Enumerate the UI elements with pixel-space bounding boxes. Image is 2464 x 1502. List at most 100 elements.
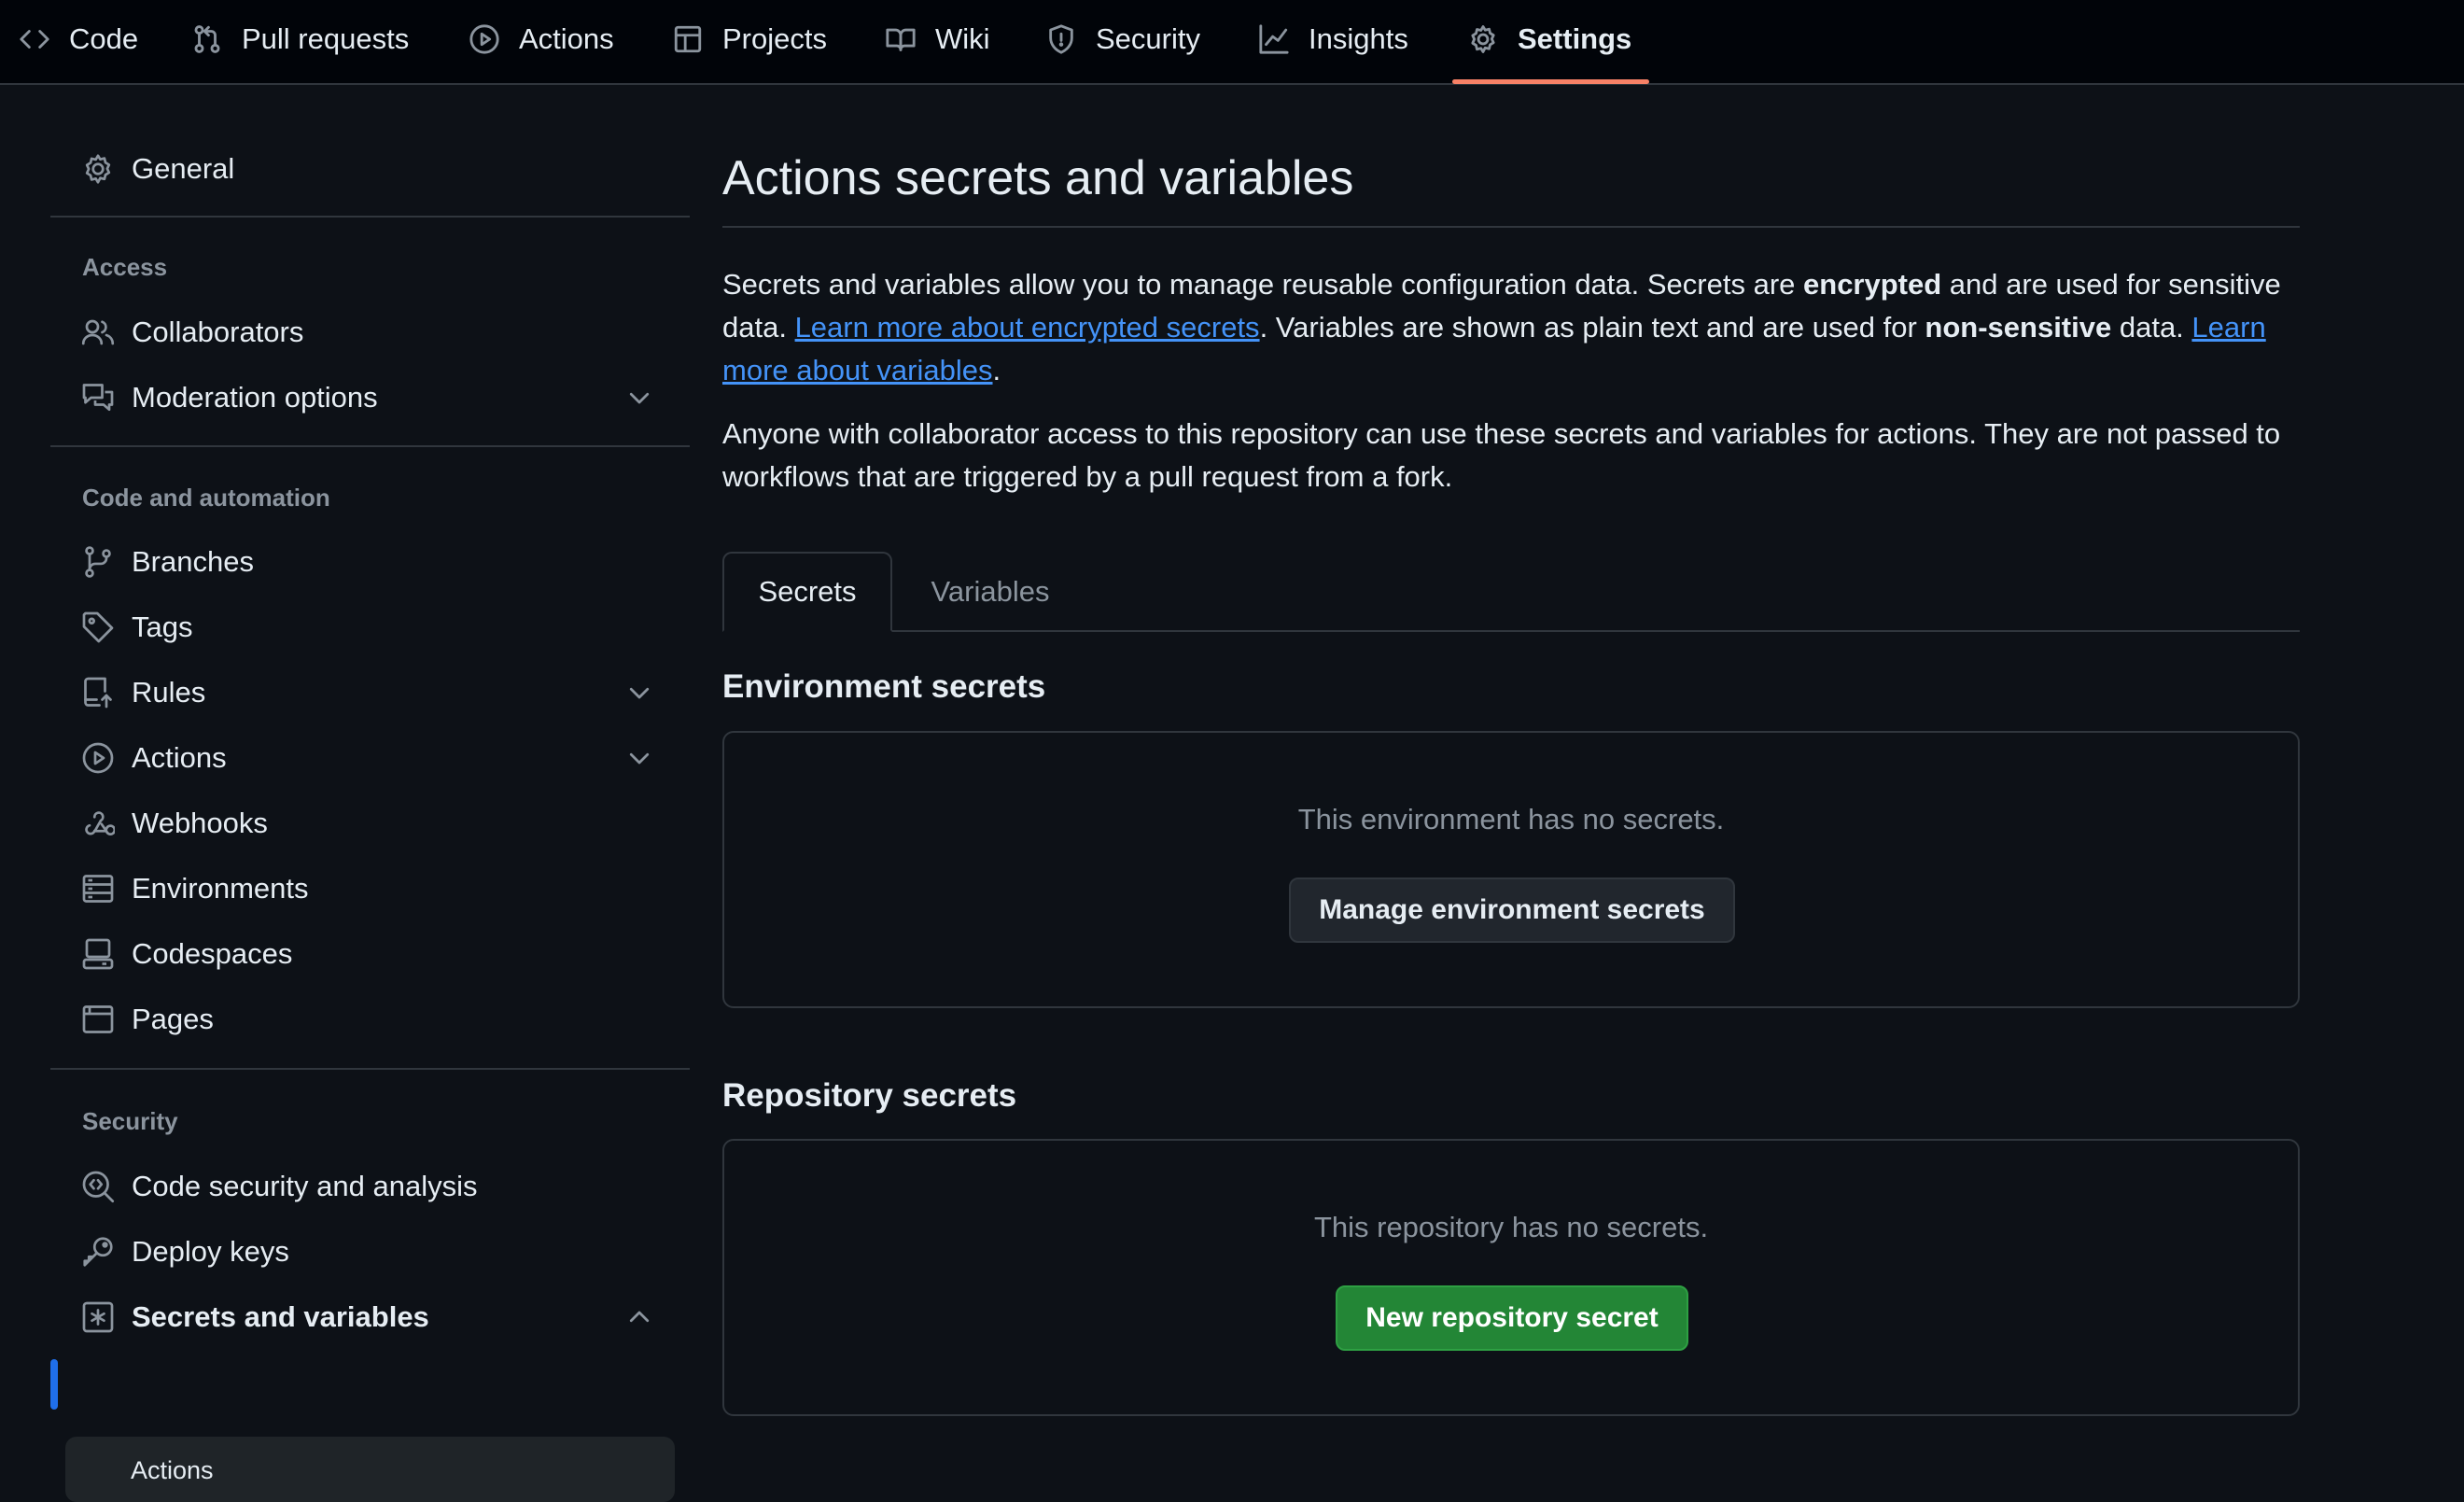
book-icon xyxy=(886,28,916,51)
collaborator-note: Anyone with collaborator access to this … xyxy=(722,417,2281,493)
sidebar-item-moderation-options[interactable]: Moderation options xyxy=(50,370,676,426)
webhook-icon xyxy=(85,811,115,835)
tab-code[interactable]: Code xyxy=(19,0,138,78)
code-icon xyxy=(20,30,49,49)
sidebar-item-branches[interactable]: Branches xyxy=(50,534,676,590)
active-item-indicator xyxy=(50,1359,58,1410)
tab-insights[interactable]: Insights xyxy=(1258,0,1408,78)
repo-nav: Code Pull requests Actions Projects Wiki… xyxy=(0,0,2464,85)
title-divider xyxy=(722,226,2300,228)
tab-wiki-label: Wiki xyxy=(935,22,990,55)
server-icon xyxy=(82,875,114,903)
sidebar-item-deploy-keys[interactable]: Deploy keys xyxy=(50,1224,676,1280)
tab-projects-label: Projects xyxy=(722,22,827,55)
sidebar-divider xyxy=(50,1068,690,1070)
asterisk-icon xyxy=(82,1301,114,1333)
intro-paragraph: Secrets and variables allow you to manag… xyxy=(722,263,2300,392)
sidebar-heading-access: Access xyxy=(82,253,168,281)
intro-text: Secrets and variables allow you to manag… xyxy=(722,268,1804,301)
repository-secrets-title: Repository secrets xyxy=(722,1077,1017,1114)
play-icon xyxy=(469,24,499,54)
environment-secrets-box: This environment has no secrets. Manage … xyxy=(722,731,2300,1008)
sidebar-item-label: Collaborators xyxy=(132,316,304,348)
repo-push-icon xyxy=(84,677,112,709)
play-icon xyxy=(82,742,114,774)
branch-icon xyxy=(85,546,111,578)
chevron-up-icon xyxy=(629,1311,650,1323)
sidebar-item-codespaces[interactable]: Codespaces xyxy=(50,926,676,982)
sidebar-item-code-security[interactable]: Code security and analysis xyxy=(50,1158,676,1214)
learn-encrypted-secrets-link[interactable]: Learn more about encrypted secrets xyxy=(795,311,1260,344)
sidebar-item-label: Code security and analysis xyxy=(132,1170,478,1202)
sidebar-item-environments[interactable]: Environments xyxy=(50,861,676,917)
gear-icon xyxy=(85,154,111,184)
tabs-divider xyxy=(722,630,2300,632)
sidebar-heading-security: Security xyxy=(82,1107,178,1135)
intro-text: . Variables are shown as plain text and … xyxy=(1259,311,1925,344)
manage-environment-secrets-button[interactable]: Manage environment secrets xyxy=(1289,877,1735,943)
active-tab-underline xyxy=(1452,79,1649,84)
tab-wiki[interactable]: Wiki xyxy=(885,0,990,78)
tag-icon xyxy=(82,611,114,643)
sidebar-item-label: Webhooks xyxy=(132,807,268,839)
sidebar-subitem-actions[interactable]: Actions xyxy=(65,1437,675,1502)
sidebar-item-label: Codespaces xyxy=(132,937,293,970)
tab-pull-requests[interactable]: Pull requests xyxy=(191,0,409,78)
sidebar-item-label: Branches xyxy=(132,545,254,578)
tab-security[interactable]: Security xyxy=(1045,0,1200,78)
sidebar-heading-code-and-automation: Code and automation xyxy=(82,484,330,512)
sidebar-divider xyxy=(50,216,690,218)
repository-secrets-box: This repository has no secrets. New repo… xyxy=(722,1139,2300,1416)
environment-empty-text: This environment has no secrets. xyxy=(1297,803,1725,835)
sidebar-item-label: Rules xyxy=(132,676,206,709)
sidebar-item-tags[interactable]: Tags xyxy=(50,599,676,655)
chevron-down-icon xyxy=(629,392,650,404)
tab-projects[interactable]: Projects xyxy=(672,0,827,78)
sidebar-item-pages[interactable]: Pages xyxy=(50,991,676,1047)
sidebar-item-label: Actions xyxy=(132,741,227,774)
sidebar-item-label: Moderation options xyxy=(132,381,378,414)
shield-icon xyxy=(1049,24,1073,54)
tab-pull-requests-label: Pull requests xyxy=(242,22,410,55)
tab-secrets[interactable]: Secrets xyxy=(722,552,892,632)
sidebar-item-collaborators[interactable]: Collaborators xyxy=(50,304,676,360)
intro-text: data. xyxy=(2111,311,2192,344)
sidebar-item-label: Tags xyxy=(132,611,193,643)
page-title: Actions secrets and variables xyxy=(722,151,1354,205)
tab-insights-label: Insights xyxy=(1309,22,1408,55)
secrets-variables-tabs: Secrets Variables xyxy=(722,552,2300,632)
intro-text: . xyxy=(992,354,1001,386)
people-icon xyxy=(81,319,115,345)
comment-discussion-icon xyxy=(82,384,114,412)
tab-code-label: Code xyxy=(69,22,139,55)
browser-icon xyxy=(82,1005,114,1033)
sidebar-item-label: Environments xyxy=(132,872,309,905)
sidebar-item-general[interactable]: General xyxy=(50,141,676,197)
intro-bold-non-sensitive: non-sensitive xyxy=(1925,311,2112,344)
table-icon xyxy=(674,25,702,53)
sidebar-item-rules[interactable]: Rules xyxy=(50,665,676,721)
tab-actions-label: Actions xyxy=(519,22,614,55)
key-icon xyxy=(83,1237,113,1267)
tab-variables[interactable]: Variables xyxy=(892,552,1088,632)
new-repository-secret-button[interactable]: New repository secret xyxy=(1336,1285,1688,1351)
tab-settings-label: Settings xyxy=(1518,22,1632,55)
tab-settings[interactable]: Settings xyxy=(1467,0,1631,78)
graph-icon xyxy=(1259,24,1289,54)
pull-request-icon xyxy=(194,25,220,53)
chevron-down-icon xyxy=(629,752,650,765)
tab-actions[interactable]: Actions xyxy=(469,0,614,78)
sidebar-item-secrets-and-variables[interactable]: Secrets and variables xyxy=(50,1289,676,1345)
repository-empty-text: This repository has no secrets. xyxy=(1313,1211,1709,1243)
sidebar-item-webhooks[interactable]: Webhooks xyxy=(50,795,676,851)
gear-icon xyxy=(1471,25,1495,53)
chevron-down-icon xyxy=(629,687,650,699)
environment-secrets-title: Environment secrets xyxy=(722,668,1046,705)
sidebar-item-actions[interactable]: Actions xyxy=(50,730,676,786)
sidebar-item-label: Deploy keys xyxy=(132,1235,289,1268)
sidebar-item-label: General xyxy=(132,152,235,185)
sidebar-subitem-label: Actions xyxy=(131,1456,214,1484)
intro-bold-encrypted: encrypted xyxy=(1803,268,1942,301)
sidebar-divider xyxy=(50,445,690,447)
codescan-icon xyxy=(82,1171,115,1203)
